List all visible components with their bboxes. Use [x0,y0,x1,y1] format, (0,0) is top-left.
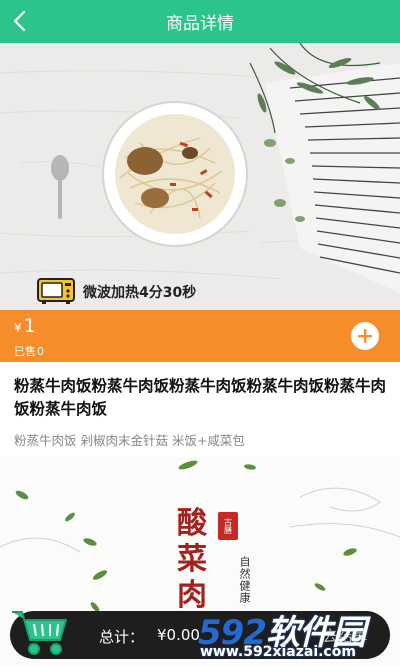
top-nav-bar: 商品详情 [0,0,400,43]
add-to-cart-button[interactable] [351,322,379,350]
price-value: 1 [23,315,36,337]
microwave-icon [37,278,75,304]
price: ¥1 [14,315,36,337]
back-button[interactable] [6,5,36,37]
sold-label: 已售 [14,345,36,358]
total-label: 总计： [99,628,145,646]
price-bar: ¥1 已售0 [0,310,400,362]
total-amount: ¥0.00 [157,626,200,644]
sold-number: 0 [37,345,44,358]
heating-info: 微波加热4分30秒 [37,278,196,306]
product-title: 粉蒸牛肉饭粉蒸牛肉饭粉蒸牛肉饭粉蒸牛肉饭粉蒸牛肉饭粉蒸牛肉饭 [14,377,387,418]
product-photo-art [0,43,400,293]
seal-stamp: 古膳 [218,512,238,540]
plus-icon [358,329,372,343]
sold-count: 已售0 [14,343,44,359]
currency-symbol: ¥ [14,321,22,335]
chevron-left-icon [13,10,26,32]
shopping-cart-icon [12,611,67,655]
page-title: 商品详情 [166,14,234,34]
heating-text: 微波加热4分30秒 [83,285,197,301]
banner-slogan: 自然健康 [238,556,251,604]
product-description: 粉蒸牛肉饭 剁椒肉末金针菇 米饭+咸菜包 [14,433,245,448]
cart-button[interactable] [8,606,74,660]
watermark-url: www.592xiazai.com [200,644,356,660]
product-image [0,43,400,310]
